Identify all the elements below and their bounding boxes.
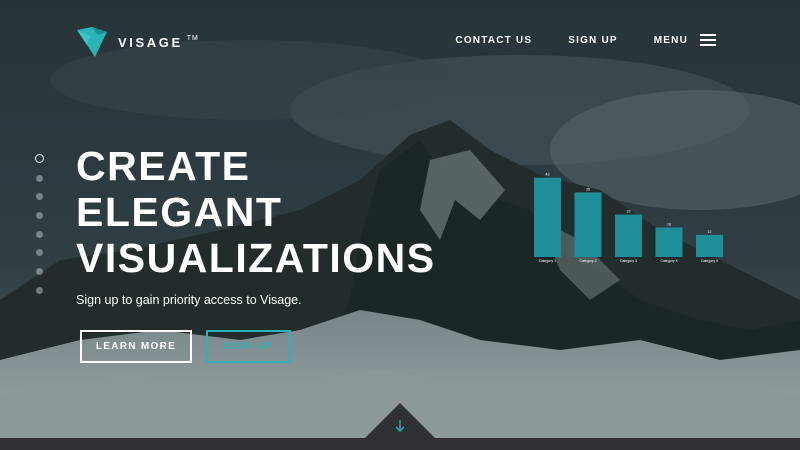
sign-up-button[interactable]: SIGN UP	[206, 330, 291, 363]
pagination-dot-3[interactable]	[36, 193, 43, 201]
hero-headline: CREATE ELEGANT VISUALIZATIONS	[76, 143, 436, 281]
bottom-bar	[0, 438, 800, 450]
chart-data-label-5: 12	[708, 230, 712, 234]
chart-category-label-4: Category 4	[660, 259, 677, 263]
chart-bar-5	[696, 234, 723, 257]
trademark-mark: TM	[186, 34, 199, 42]
brand-logo[interactable]: VISAGE TM	[76, 26, 199, 58]
chart-data-label-3: 23	[627, 210, 631, 214]
slide-pagination	[34, 154, 44, 306]
headline-line-2: ELEGANT	[76, 189, 283, 235]
pagination-dot-4[interactable]	[36, 212, 43, 220]
hamburger-icon	[700, 34, 716, 46]
pagination-dot-8[interactable]	[36, 286, 43, 294]
menu-label: MENU	[653, 34, 688, 46]
brand-name: VISAGE	[118, 34, 183, 50]
chart-data-label-2: 35	[586, 187, 590, 191]
chart-category-label-2: Category 2	[579, 259, 596, 263]
top-navigation: CONTACT US SIGN UP MENU	[419, 34, 716, 46]
pagination-dot-6[interactable]	[36, 249, 43, 257]
scroll-down-button[interactable]	[365, 403, 435, 438]
pagination-dot-1[interactable]	[34, 154, 44, 163]
pagination-dot-2[interactable]	[36, 174, 43, 182]
nav-sign-up-link[interactable]: SIGN UP	[568, 35, 618, 46]
chart-bar-2	[574, 192, 602, 257]
chart-bar-4	[655, 227, 683, 257]
chart-category-label-5: Category 5	[701, 259, 718, 263]
chart-data-label-1: 43	[546, 173, 550, 177]
chart-category-label-1: Category 1	[539, 259, 556, 263]
nav-contact-us-link[interactable]: CONTACT US	[455, 35, 532, 46]
chart-bar-1	[534, 177, 561, 257]
pagination-dot-5[interactable]	[36, 230, 43, 238]
headline-line-1: CREATE	[76, 143, 251, 189]
chart-data-label-4: 16	[667, 222, 671, 226]
bar-chart: 43 Category 1 35 Category 2 23 Category 3 16 Ca…	[534, 173, 723, 263]
visage-logo-icon	[77, 27, 107, 57]
pagination-dot-7[interactable]	[36, 268, 43, 276]
hero-subtitle: Sign up to gain priority access to Visag…	[76, 293, 302, 307]
chart-bar-3	[615, 214, 642, 257]
learn-more-button[interactable]: LEARN MORE	[80, 330, 192, 363]
menu-button[interactable]: MENU	[654, 34, 716, 46]
chart-category-label-3: Category 3	[620, 259, 637, 263]
headline-line-3: VISUALIZATIONS	[76, 235, 436, 281]
